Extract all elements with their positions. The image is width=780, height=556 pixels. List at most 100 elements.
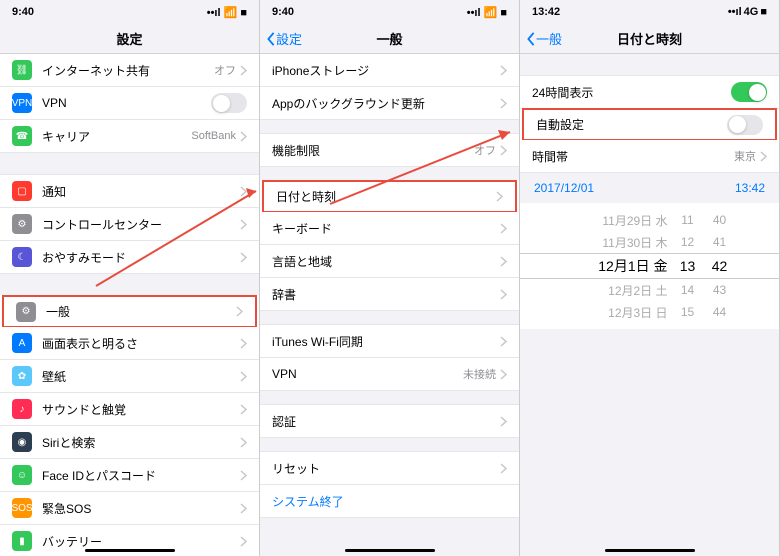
chevron-right-icon <box>236 306 243 317</box>
settings-screen: 9:40 ••ıl 📶 ■ 設定 ⛓インターネット共有オフVPNVPN☎キャリア… <box>0 0 260 556</box>
home-indicator <box>345 549 435 552</box>
chevron-right-icon <box>240 437 247 448</box>
group-6: リセットシステム終了 <box>260 452 519 518</box>
settings-row[interactable]: 認証 <box>260 405 519 438</box>
row-icon: ☺ <box>12 465 32 485</box>
chevron-right-icon <box>240 503 247 514</box>
section-gap <box>0 274 259 296</box>
toggle-switch[interactable] <box>731 82 767 102</box>
group-5: 認証 <box>260 405 519 438</box>
row-label: 通知 <box>42 183 240 200</box>
settings-row[interactable]: iTunes Wi-Fi同期 <box>260 325 519 358</box>
row-label: iTunes Wi-Fi同期 <box>272 333 500 350</box>
section-gap <box>260 167 519 181</box>
picker-row[interactable]: 12月1日 金1342 <box>520 253 779 279</box>
status-right: ••ıl 📶 ■ <box>467 6 507 19</box>
settings-row[interactable]: 時間帯東京 <box>520 140 779 173</box>
settings-row[interactable]: 機能制限オフ <box>260 134 519 167</box>
settings-row[interactable]: A 画面表示と明るさ <box>0 327 259 360</box>
home-indicator <box>85 549 175 552</box>
settings-row[interactable]: ♪サウンドと触覚 <box>0 393 259 426</box>
settings-row[interactable]: SOS緊急SOS <box>0 492 259 525</box>
status-time: 13:42 <box>532 6 560 18</box>
picker-row[interactable]: 11月29日 水1140 <box>520 209 779 231</box>
nav-bar: 設定 一般 <box>260 24 519 54</box>
back-button[interactable]: 一般 <box>526 29 562 48</box>
chevron-right-icon <box>240 219 247 230</box>
row-label: キャリア <box>42 128 191 145</box>
picker-row[interactable]: 12月2日 土1443 <box>520 279 779 301</box>
row-label: 画面表示と明るさ <box>42 335 240 352</box>
row-label: キーボード <box>272 220 500 237</box>
settings-row[interactable]: Appのバックグラウンド更新 <box>260 87 519 120</box>
group-3: ⚙一般 A 画面表示と明るさ ✿壁紙♪サウンドと触覚 ◉ Siriと検索 ☺ Face IDと… <box>0 295 259 556</box>
settings-row[interactable]: 日付と時刻 <box>262 180 517 213</box>
status-bar: 9:40 ••ıl 📶 ■ <box>0 0 259 24</box>
date-display[interactable]: 2017/12/01 13:42 <box>520 173 779 203</box>
row-detail: オフ <box>474 142 496 158</box>
settings-row[interactable]: iPhoneストレージ <box>260 54 519 87</box>
status-time: 9:40 <box>12 6 34 18</box>
settings-row[interactable]: 自動設定 <box>522 108 777 141</box>
group-1: ⛓インターネット共有オフVPNVPN☎キャリアSoftBank <box>0 54 259 153</box>
settings-row[interactable]: VPN未接続 <box>260 358 519 391</box>
row-label: バッテリー <box>42 533 240 550</box>
section-gap <box>260 120 519 134</box>
row-icon: ◉ <box>12 432 32 452</box>
row-label: VPN <box>272 367 463 381</box>
picker-row[interactable]: 12月3日 日1544 <box>520 301 779 323</box>
settings-row[interactable]: ⛓インターネット共有オフ <box>0 54 259 87</box>
chevron-right-icon <box>500 289 507 300</box>
back-button[interactable]: 設定 <box>266 29 302 48</box>
settings-row[interactable]: 辞書 <box>260 278 519 311</box>
status-bar: 9:40 ••ıl 📶 ■ <box>260 0 519 24</box>
settings-row[interactable]: システム終了 <box>260 485 519 518</box>
row-label: Face IDとパスコード <box>42 467 240 484</box>
settings-row[interactable]: ☾おやすみモード <box>0 241 259 274</box>
settings-row[interactable]: リセット <box>260 452 519 485</box>
settings-row[interactable]: 24時間表示 <box>520 76 779 109</box>
settings-row[interactable]: ⚙コントロールセンター <box>0 208 259 241</box>
status-right: ••ıl 📶 ■ <box>207 6 247 19</box>
row-icon: A <box>12 333 32 353</box>
chevron-right-icon <box>240 404 247 415</box>
group-2: 機能制限オフ <box>260 134 519 167</box>
chevron-right-icon <box>240 186 247 197</box>
row-detail: オフ <box>214 62 236 78</box>
settings-row[interactable]: ☎キャリアSoftBank <box>0 120 259 153</box>
settings-row[interactable]: ◉ Siriと検索 <box>0 426 259 459</box>
settings-row[interactable]: 言語と地域 <box>260 245 519 278</box>
chevron-right-icon <box>500 223 507 234</box>
row-label: リセット <box>272 460 500 477</box>
row-icon: SOS <box>12 498 32 518</box>
row-label: 機能制限 <box>272 142 474 159</box>
row-label: 認証 <box>272 413 500 430</box>
nav-bar: 一般 日付と時刻 <box>520 24 779 54</box>
group-2: ▢通知⚙コントロールセンター☾おやすみモード <box>0 175 259 274</box>
chevron-right-icon <box>760 151 767 162</box>
settings-row[interactable]: ▢通知 <box>0 175 259 208</box>
settings-row[interactable]: ⚙一般 <box>2 295 257 328</box>
datetime-picker[interactable]: 11月29日 水114011月30日 木124112月1日 金134212月2日… <box>520 203 779 329</box>
row-label: VPN <box>42 96 211 110</box>
status-time: 9:40 <box>272 6 294 18</box>
chevron-right-icon <box>500 98 507 109</box>
group-4: iTunes Wi-Fi同期 VPN未接続 <box>260 325 519 391</box>
chevron-right-icon <box>500 336 507 347</box>
row-icon: ✿ <box>12 366 32 386</box>
row-label: Siriと検索 <box>42 434 240 451</box>
settings-row[interactable]: VPNVPN <box>0 87 259 120</box>
toggle-switch[interactable] <box>211 93 247 113</box>
settings-row[interactable]: ☺ Face IDとパスコード <box>0 459 259 492</box>
row-label: サウンドと触覚 <box>42 401 240 418</box>
settings-row[interactable]: キーボード <box>260 212 519 245</box>
group-3: 日付と時刻キーボード言語と地域辞書 <box>260 180 519 311</box>
chevron-right-icon <box>240 536 247 547</box>
picker-row[interactable]: 11月30日 木1241 <box>520 231 779 253</box>
settings-row[interactable]: ✿壁紙 <box>0 360 259 393</box>
toggle-switch[interactable] <box>727 115 763 135</box>
chevron-right-icon <box>496 191 503 202</box>
row-label: 24時間表示 <box>532 84 731 101</box>
row-label: 辞書 <box>272 286 500 303</box>
row-icon: ▮ <box>12 531 32 551</box>
